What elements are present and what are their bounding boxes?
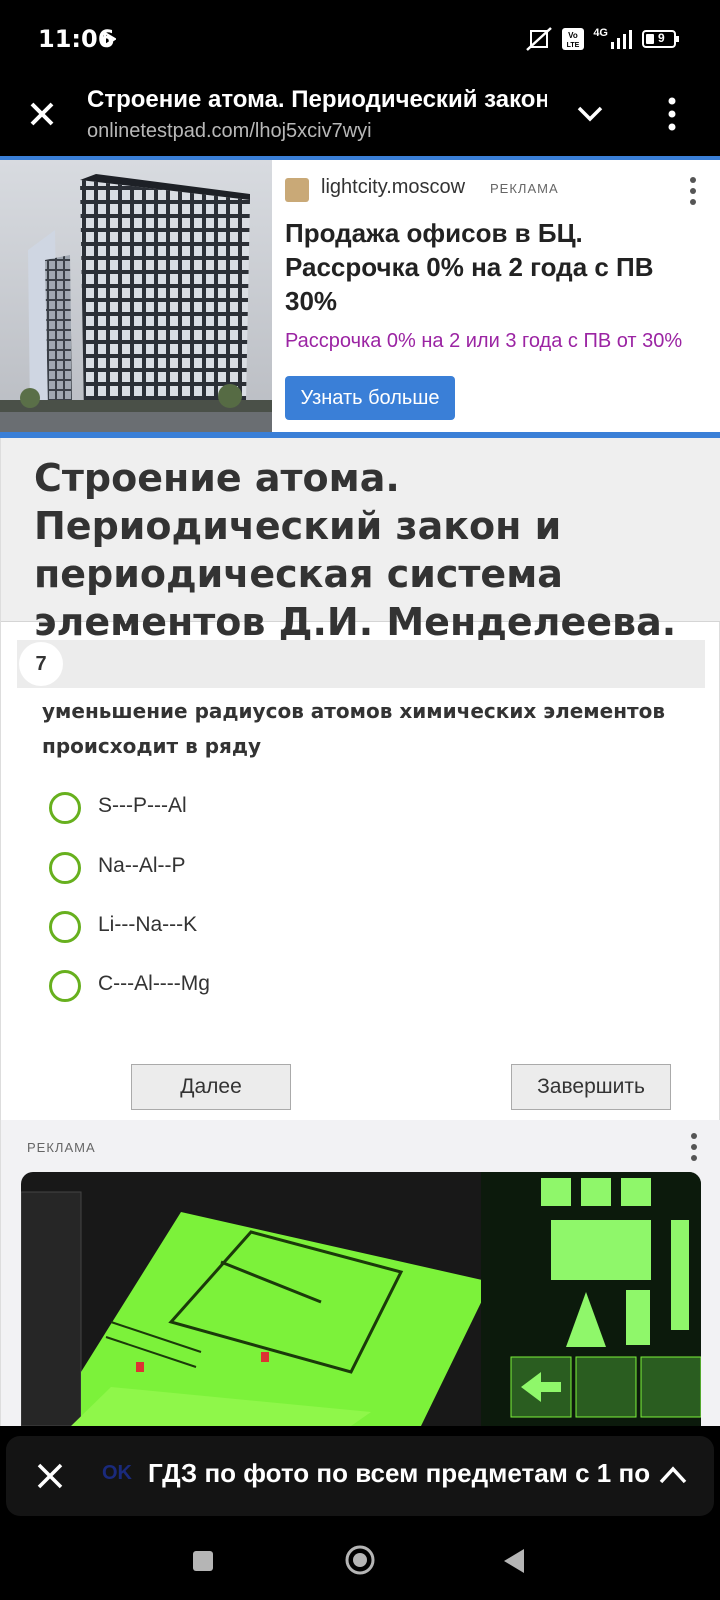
home-icon[interactable] [344, 1544, 376, 1576]
close-icon[interactable] [22, 94, 62, 134]
radio-button[interactable] [49, 970, 81, 1002]
ad-building-image[interactable] [0, 160, 272, 432]
ad-bottom[interactable]: РЕКЛАМА [1, 1120, 720, 1426]
page-url[interactable]: onlinetestpad.com/lhoj5xciv7wyi [87, 120, 372, 143]
volte-icon: Vo LTE [562, 28, 585, 50]
ad-subtitle[interactable]: Рассрочка 0% на 2 или 3 года с ПВ от 30% [285, 330, 682, 353]
recent-apps-icon[interactable] [192, 1550, 214, 1572]
system-nav-bar [0, 1522, 720, 1600]
ad-label: РЕКЛАМА [490, 181, 559, 196]
banner-text[interactable]: ГДЗ по фото по всем предметам с 1 по 11 … [148, 1458, 653, 1489]
status-time: 11:06 [38, 25, 115, 53]
network-type: 4G [593, 27, 608, 39]
battery-icon: 9 [642, 30, 679, 48]
svg-text:LTE: LTE [567, 42, 580, 49]
ad-more-icon[interactable] [689, 176, 697, 206]
ad-headline[interactable]: Продажа офисов в БЦ. Рассрочка 0% на 2 г… [285, 216, 705, 318]
status-bar: 11:06 Vo LTE 4G 9 [0, 0, 720, 78]
answer-option[interactable]: Li---Na---K [49, 911, 549, 945]
page-title: Строение атома. Периодический закон и пе… [87, 86, 547, 113]
vibrate-mute-icon [526, 27, 553, 51]
answer-option[interactable]: C---Al----Mg [49, 970, 549, 1004]
answer-label[interactable]: S---P---Al [98, 794, 187, 818]
signal-icon [611, 30, 632, 49]
chevron-down-icon[interactable] [572, 96, 608, 132]
promo-banner[interactable]: OK ГДЗ по фото по всем предметам с 1 по … [6, 1436, 714, 1516]
back-icon[interactable] [502, 1548, 526, 1574]
ad-more-icon[interactable] [690, 1132, 698, 1162]
answer-option[interactable]: S---P---Al [49, 792, 549, 826]
test-title: Строение атома. Периодический закон и пе… [34, 456, 677, 644]
answer-label[interactable]: Na--Al--P [98, 854, 186, 878]
ad-evacuation-plan-image[interactable] [21, 1172, 701, 1426]
ad-label: РЕКЛАМА [27, 1140, 96, 1155]
play-indicator-icon [104, 32, 116, 46]
close-icon[interactable] [34, 1460, 66, 1492]
radio-button[interactable] [49, 852, 81, 884]
radio-button[interactable] [49, 792, 81, 824]
advertiser-logo [285, 178, 309, 202]
answer-option[interactable]: Na--Al--P [49, 852, 549, 886]
question-text: уменьшение радиусов атомов химических эл… [42, 699, 666, 758]
svg-text:Vo: Vo [568, 31, 578, 40]
test-page: Строение атома. Периодический закон и пе… [0, 438, 720, 1426]
finish-button[interactable]: Завершить [511, 1064, 671, 1110]
chevron-up-icon[interactable] [656, 1458, 690, 1492]
browser-toolbar: Строение атома. Периодический закон и пе… [0, 78, 720, 156]
battery-level: 9 [658, 31, 665, 45]
status-icons: Vo LTE 4G 9 [525, 26, 679, 52]
next-button[interactable]: Далее [131, 1064, 291, 1110]
radio-button[interactable] [49, 911, 81, 943]
answer-label[interactable]: C---Al----Mg [98, 972, 210, 996]
question-number-bar: 7 [17, 640, 705, 688]
more-vertical-icon[interactable] [664, 94, 680, 134]
answer-label[interactable]: Li---Na---K [98, 913, 197, 937]
banner-logo: OK [102, 1462, 132, 1484]
ad-top[interactable]: lightcity.moscow РЕКЛАМА Продажа офисов … [0, 160, 720, 432]
test-header: Строение атома. Периодический закон и пе… [1, 438, 720, 644]
ad-domain[interactable]: lightcity.moscow [321, 176, 465, 199]
question-number: 7 [19, 642, 63, 686]
ad-cta-button[interactable]: Узнать больше [285, 376, 455, 420]
